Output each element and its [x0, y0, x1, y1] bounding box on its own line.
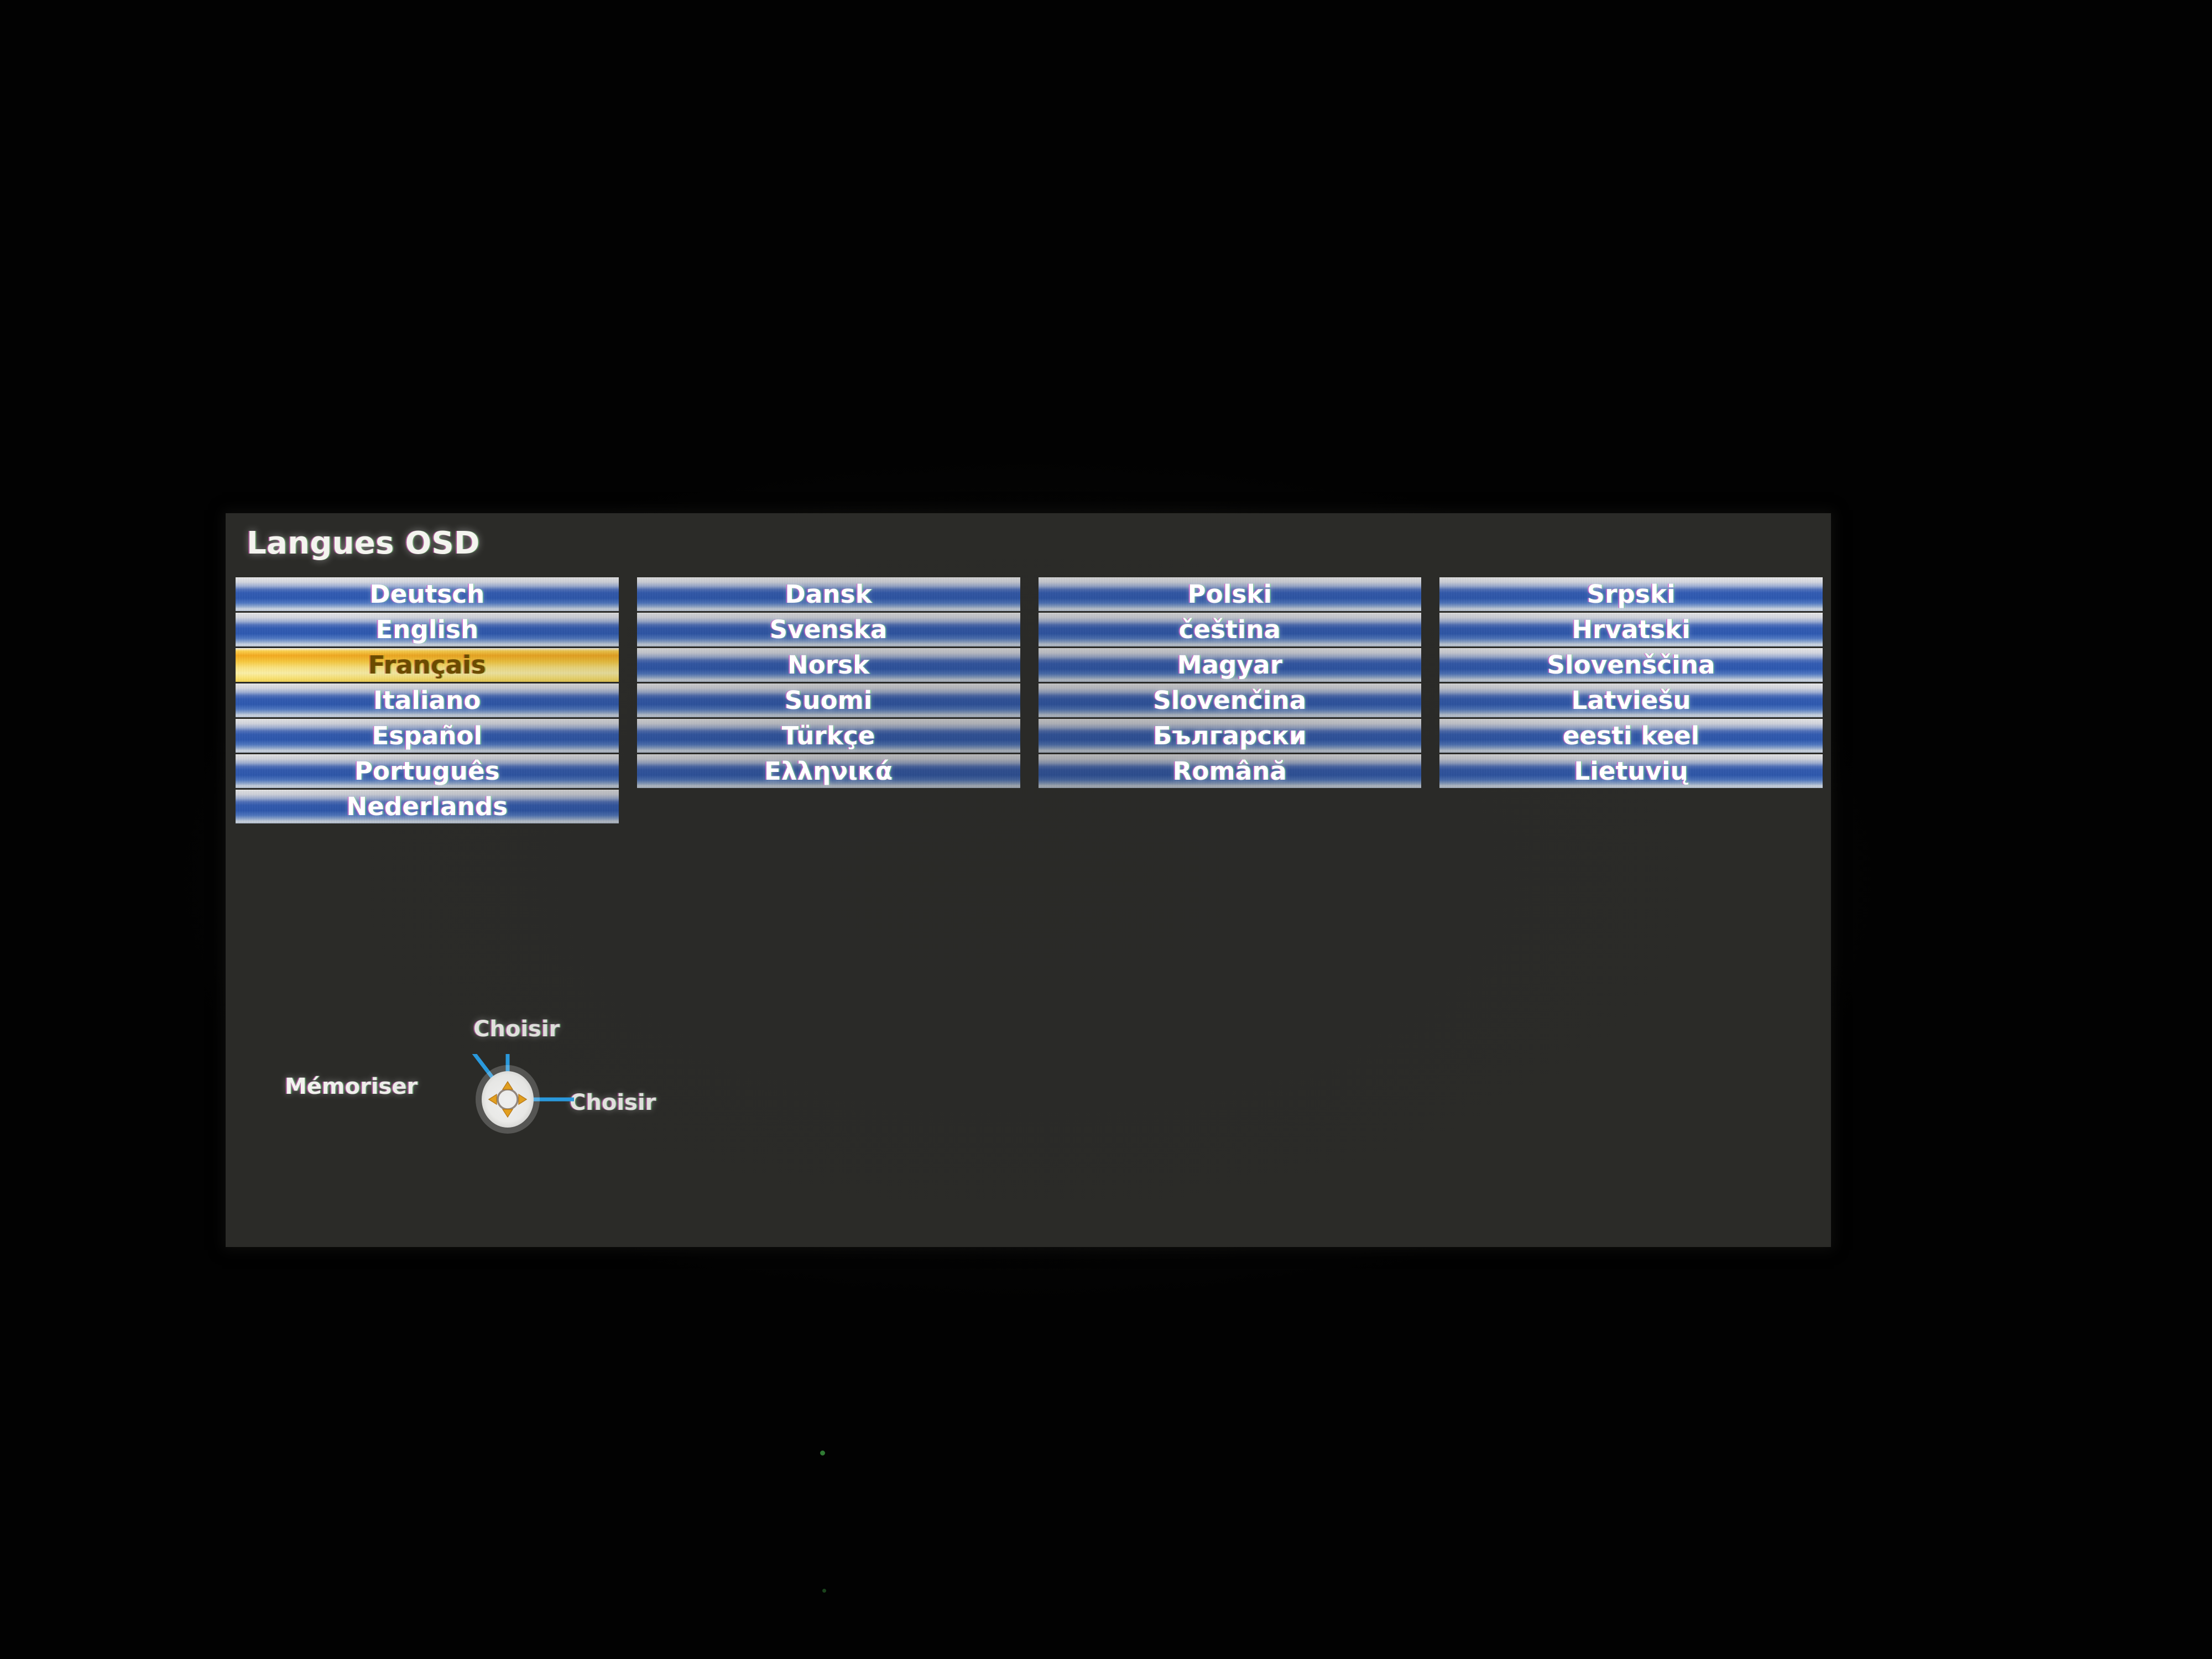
language-option-label: Türkçe [781, 721, 875, 750]
language-option-label: Dansk [785, 580, 872, 609]
language-option[interactable]: Norsk [637, 648, 1020, 682]
language-column-2: Dansk Svenska Norsk Suomi Türkçe Ελληνικά [637, 577, 1020, 823]
language-option[interactable]: Português [236, 754, 619, 788]
stray-pixel-dot [822, 1589, 826, 1593]
legend-up-label: Choisir [473, 1016, 560, 1042]
language-option-label: English [375, 615, 479, 644]
language-option[interactable]: Magyar [1038, 648, 1422, 682]
language-option[interactable]: Español [236, 719, 619, 753]
language-option-label: Português [354, 757, 500, 786]
language-option-label: Lietuvių [1574, 757, 1688, 786]
language-option-label: Italiano [373, 686, 481, 715]
language-option-label: Deutsch [369, 580, 485, 609]
language-option[interactable]: Slovenščina [1439, 648, 1823, 682]
language-option[interactable]: Slovenčina [1038, 684, 1422, 717]
language-option[interactable]: Suomi [637, 684, 1020, 717]
language-option[interactable]: Türkçe [637, 719, 1020, 753]
language-option[interactable]: Srpski [1439, 577, 1823, 611]
language-option-label: Norsk [787, 650, 870, 680]
language-option-label: Srpski [1587, 580, 1676, 609]
language-option-label: Magyar [1177, 650, 1283, 680]
language-option-label: Slovenčina [1153, 686, 1307, 715]
language-option-label: Nederlands [346, 792, 508, 821]
language-option-label: Български [1153, 721, 1307, 750]
language-option-label: Latviešu [1571, 686, 1691, 715]
language-option-label: Ελληνικά [764, 757, 893, 786]
language-option-label: Hrvatski [1572, 615, 1691, 644]
language-option[interactable]: Hrvatski [1439, 613, 1823, 646]
language-option[interactable]: čeština [1038, 613, 1422, 646]
language-option[interactable]: Română [1038, 754, 1422, 788]
language-option[interactable]: Italiano [236, 684, 619, 717]
language-option-label: Polski [1187, 580, 1272, 609]
language-column-1: Deutsch English Français Italiano Español Por… [236, 577, 619, 823]
language-option-label: čeština [1178, 615, 1281, 644]
language-grid: Deutsch English Français Italiano Español Por… [236, 577, 1823, 823]
page-title: Langues OSD [247, 525, 480, 561]
language-option-selected[interactable]: Français [236, 648, 619, 682]
language-option-label: Română [1172, 757, 1287, 786]
language-option-label: Slovenščina [1547, 650, 1715, 680]
language-column-3: Polski čeština Magyar Slovenčina Български Ro… [1038, 577, 1422, 823]
language-option[interactable]: English [236, 613, 619, 646]
language-option-label: Español [372, 721, 483, 750]
navigation-legend: Choisir Mémoriser Choisir [226, 1016, 1831, 1199]
language-option[interactable]: Български [1038, 719, 1422, 753]
language-column-4: Srpski Hrvatski Slovenščina Latviešu eesti k… [1439, 577, 1823, 823]
language-option[interactable]: Deutsch [236, 577, 619, 611]
language-option-label: Suomi [784, 686, 873, 715]
language-option[interactable]: Nederlands [236, 790, 619, 823]
language-option[interactable]: Polski [1038, 577, 1422, 611]
stray-pixel-dot [820, 1451, 825, 1455]
language-option[interactable]: Svenska [637, 613, 1020, 646]
language-option[interactable]: Ελληνικά [637, 754, 1020, 788]
legend-left-label: Mémoriser [285, 1074, 418, 1099]
language-option-label: Français [368, 650, 487, 680]
language-option-label: eesti keel [1562, 721, 1700, 750]
language-option[interactable]: Dansk [637, 577, 1020, 611]
language-option[interactable]: Latviešu [1439, 684, 1823, 717]
osd-language-panel: Langues OSD Deutsch English Français Italia… [226, 513, 1831, 1247]
tv-screen-background: Langues OSD Deutsch English Français Italia… [0, 0, 2212, 1659]
language-option-label: Svenska [769, 615, 888, 644]
language-option[interactable]: eesti keel [1439, 719, 1823, 753]
dpad-navigation-icon [461, 1054, 604, 1181]
language-option[interactable]: Lietuvių [1439, 754, 1823, 788]
